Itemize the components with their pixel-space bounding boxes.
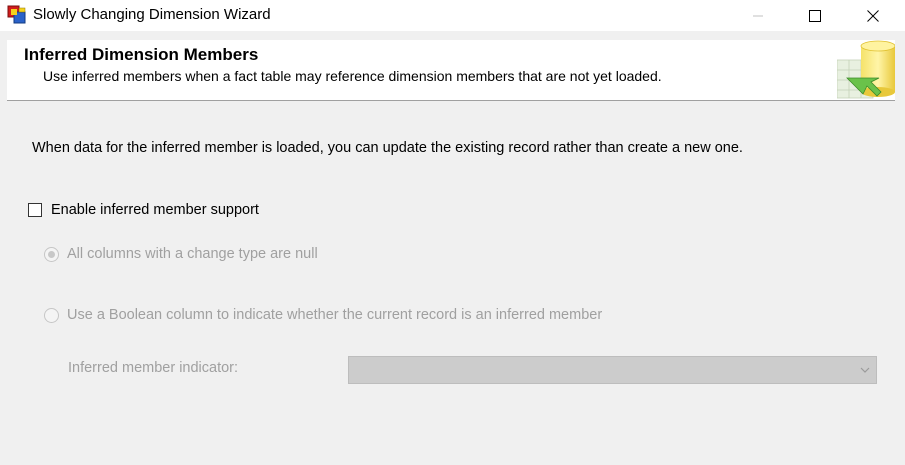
chevron-down-icon (860, 367, 870, 373)
option-null-columns-row[interactable]: All columns with a change type are null (44, 246, 318, 262)
option-boolean-column-row[interactable]: Use a Boolean column to indicate whether… (44, 307, 602, 323)
option-boolean-column-label[interactable]: Use a Boolean column to indicate whether… (67, 307, 602, 323)
wizard-app-icon (7, 5, 26, 24)
window-title: Slowly Changing Dimension Wizard (33, 6, 271, 23)
option-null-columns-label[interactable]: All columns with a change type are null (67, 246, 318, 262)
enable-inferred-checkbox[interactable] (28, 203, 42, 217)
title-bar: Slowly Changing Dimension Wizard (0, 0, 905, 31)
page-subtitle: Use inferred members when a fact table m… (43, 68, 662, 84)
inferred-indicator-label: Inferred member indicator: (68, 360, 239, 376)
database-table-icon (837, 40, 895, 99)
page-title: Inferred Dimension Members (24, 45, 259, 64)
description-text: When data for the inferred member is loa… (32, 140, 743, 156)
maximize-icon (809, 9, 821, 22)
enable-inferred-label[interactable]: Enable inferred member support (51, 202, 259, 218)
close-icon (867, 9, 879, 22)
maximize-button[interactable] (792, 0, 838, 31)
inferred-indicator-dropdown[interactable] (348, 356, 877, 384)
option-null-columns-radio[interactable] (44, 246, 59, 262)
close-button[interactable] (850, 0, 896, 31)
option-boolean-column-radio[interactable] (44, 307, 59, 323)
minimize-button[interactable] (735, 0, 781, 31)
minimize-icon (753, 15, 763, 16)
wizard-header: Inferred Dimension Members Use inferred … (7, 40, 895, 101)
enable-inferred-checkbox-row[interactable]: Enable inferred member support (28, 202, 259, 218)
